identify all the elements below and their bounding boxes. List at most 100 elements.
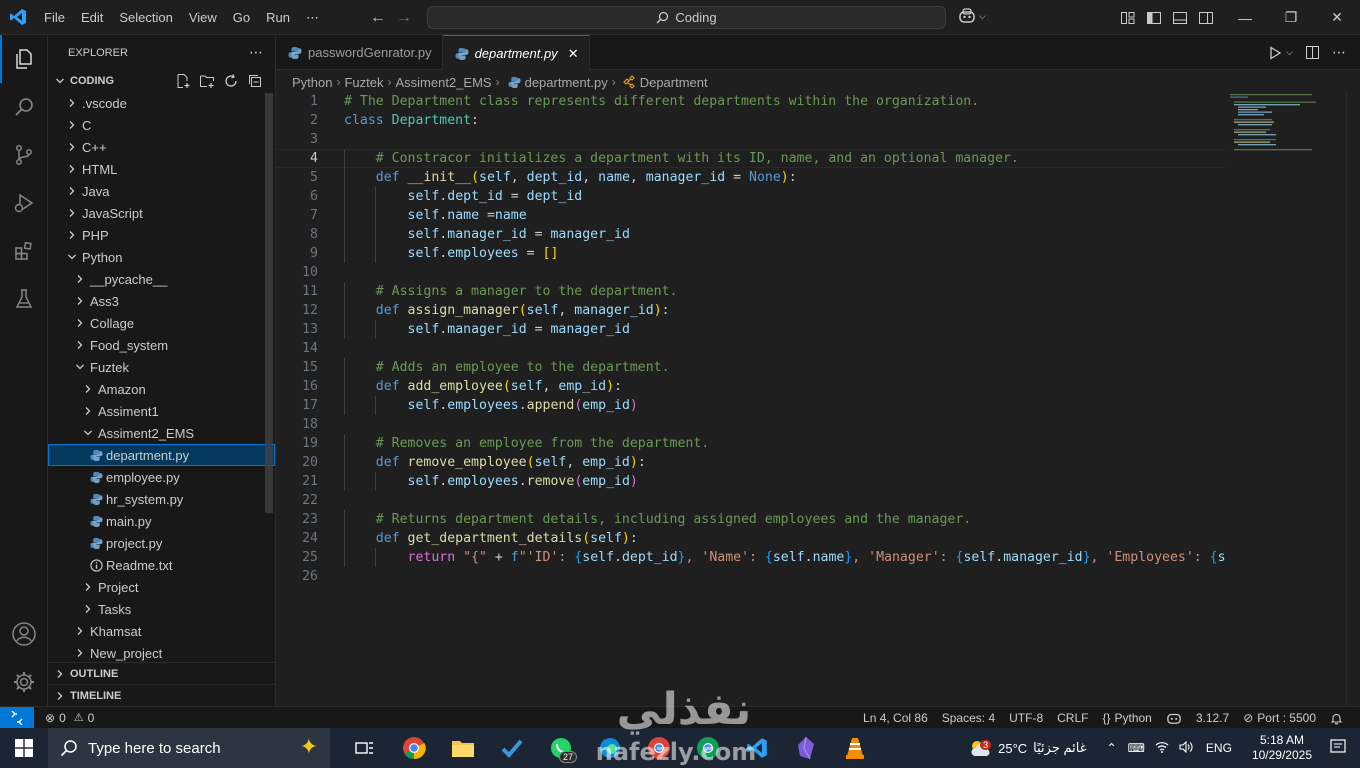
- tree-folder[interactable]: C++: [48, 136, 275, 158]
- indentation[interactable]: Spaces: 4: [935, 707, 1002, 729]
- code-line[interactable]: 14: [276, 339, 1226, 358]
- code-line[interactable]: 7 self.name =name: [276, 206, 1226, 225]
- code-line[interactable]: 9 self.employees = []: [276, 244, 1226, 263]
- tree-folder[interactable]: Ass3: [48, 290, 275, 312]
- sidebar-scrollbar[interactable]: [265, 93, 273, 513]
- code-line[interactable]: 4 # Constracor initializes a department …: [276, 149, 1226, 169]
- tree-folder[interactable]: Assiment1: [48, 400, 275, 422]
- new-file-icon[interactable]: [175, 73, 191, 89]
- refresh-icon[interactable]: [223, 73, 239, 89]
- code-line[interactable]: 20 def remove_employee(self, emp_id):: [276, 453, 1226, 472]
- code-line[interactable]: 17 self.employees.append(emp_id): [276, 396, 1226, 415]
- vlc-icon[interactable]: [830, 728, 879, 768]
- code-line[interactable]: 8 self.manager_id = manager_id: [276, 225, 1226, 244]
- file-explorer-icon[interactable]: [438, 728, 487, 768]
- tree-file[interactable]: project.py: [48, 532, 275, 554]
- menu-run[interactable]: Run: [258, 0, 298, 35]
- copilot-status-icon[interactable]: [1159, 707, 1189, 729]
- code-line[interactable]: 25 return "{" + f"'ID': {self.dept_id}, …: [276, 548, 1226, 567]
- manage-gear-icon[interactable]: [0, 658, 48, 706]
- tree-folder[interactable]: HTML: [48, 158, 275, 180]
- chrome-alt-icon[interactable]: [683, 728, 732, 768]
- forward-arrow-icon[interactable]: →: [396, 9, 412, 27]
- code-editor[interactable]: 1 # The Department class represents diffe…: [276, 92, 1226, 706]
- language-mode[interactable]: {} Python: [1095, 707, 1158, 729]
- code-line[interactable]: 18: [276, 415, 1226, 434]
- live-server-port[interactable]: ⊘ Port : 5500: [1236, 707, 1323, 729]
- tree-file[interactable]: Readme.txt: [48, 554, 275, 576]
- language-indicator[interactable]: ENG: [1198, 741, 1240, 755]
- code-line[interactable]: 22: [276, 491, 1226, 510]
- command-center-search[interactable]: Coding: [427, 6, 946, 29]
- code-line[interactable]: 5 def __init__(self, dept_id, name, mana…: [276, 168, 1226, 187]
- close-tab-icon[interactable]: ✕: [568, 46, 579, 62]
- tree-file[interactable]: employee.py: [48, 466, 275, 488]
- tree-folder[interactable]: Fuztek: [48, 356, 275, 378]
- code-line[interactable]: 1 # The Department class represents diffe…: [276, 92, 1226, 111]
- split-editor-icon[interactable]: [1305, 45, 1320, 60]
- tree-folder[interactable]: Collage: [48, 312, 275, 334]
- code-line[interactable]: 24 def get_department_details(self):: [276, 529, 1226, 548]
- run-python-icon[interactable]: [1268, 45, 1282, 60]
- outline-section[interactable]: OUTLINE: [48, 662, 275, 684]
- tree-folder[interactable]: Java: [48, 180, 275, 202]
- explorer-icon[interactable]: [0, 35, 48, 83]
- todo-icon[interactable]: [487, 728, 536, 768]
- tree-folder[interactable]: JavaScript: [48, 202, 275, 224]
- tree-folder[interactable]: Python: [48, 246, 275, 268]
- cursor-position[interactable]: Ln 4, Col 86: [856, 707, 935, 729]
- code-line[interactable]: 12 def assign_manager(self, manager_id):: [276, 301, 1226, 320]
- back-arrow-icon[interactable]: ←: [370, 9, 386, 27]
- testing-flask-icon[interactable]: [0, 275, 48, 323]
- end-of-line[interactable]: CRLF: [1050, 707, 1095, 729]
- tree-folder[interactable]: Tasks: [48, 598, 275, 620]
- tree-folder[interactable]: __pycache__: [48, 268, 275, 290]
- breadcrumb-item[interactable]: Python: [292, 75, 332, 90]
- copilot-button[interactable]: ⌵: [958, 8, 986, 24]
- tab-password-generator[interactable]: passwordGenrator.py: [276, 35, 443, 70]
- close-icon[interactable]: ✕: [1314, 0, 1360, 35]
- breadcrumb-item[interactable]: Department: [640, 75, 708, 90]
- menu-edit[interactable]: Edit: [73, 0, 111, 35]
- tree-folder[interactable]: C: [48, 114, 275, 136]
- code-line[interactable]: 13 self.manager_id = manager_id: [276, 320, 1226, 339]
- toggle-panel-icon[interactable]: [1172, 10, 1188, 26]
- problems-indicator[interactable]: ⊗ 0 ⚠ 0: [38, 707, 101, 729]
- encoding[interactable]: UTF-8: [1002, 707, 1050, 729]
- code-line[interactable]: 11 # Assigns a manager to the department…: [276, 282, 1226, 301]
- vscode-taskbar-icon[interactable]: [732, 728, 781, 768]
- run-debug-icon[interactable]: [0, 179, 48, 227]
- code-line[interactable]: 3: [276, 130, 1226, 149]
- taskbar-search[interactable]: Type here to search ✦: [48, 728, 330, 768]
- customize-layout-icon[interactable]: [1120, 10, 1136, 26]
- breadcrumb-item[interactable]: Assiment2_EMS: [396, 75, 492, 90]
- more-actions-icon[interactable]: ⋯: [249, 44, 263, 61]
- accounts-icon[interactable]: [0, 610, 48, 658]
- tree-folder[interactable]: Project: [48, 576, 275, 598]
- whatsapp-icon[interactable]: 27: [536, 728, 585, 768]
- extensions-icon[interactable]: [0, 227, 48, 275]
- timeline-section[interactable]: TIMELINE: [48, 684, 275, 706]
- editor-scrollbar[interactable]: [1346, 92, 1360, 706]
- chrome-profile-icon[interactable]: [634, 728, 683, 768]
- menu-more[interactable]: ⋯: [298, 0, 327, 35]
- edge-icon[interactable]: [585, 728, 634, 768]
- task-view-icon[interactable]: [340, 728, 389, 768]
- code-line[interactable]: 21 self.employees.remove(emp_id): [276, 472, 1226, 491]
- weather-widget[interactable]: 3 25°C غائم جزئيًا: [968, 738, 1100, 758]
- tree-file[interactable]: department.py: [48, 444, 275, 466]
- python-interpreter[interactable]: 3.12.7: [1189, 707, 1236, 729]
- minimize-icon[interactable]: —: [1222, 0, 1268, 35]
- menu-file[interactable]: File: [36, 0, 73, 35]
- notifications-bell-icon[interactable]: [1323, 707, 1350, 729]
- clock[interactable]: 5:18 AM 10/29/2025: [1240, 733, 1324, 763]
- chrome-icon[interactable]: [389, 728, 438, 768]
- tab-department[interactable]: department.py ✕: [442, 35, 590, 71]
- tray-overflow-icon[interactable]: ⌃: [1101, 741, 1123, 755]
- tree-file[interactable]: hr_system.py: [48, 488, 275, 510]
- notification-center-icon[interactable]: [1324, 738, 1360, 758]
- restore-icon[interactable]: ❐: [1268, 0, 1314, 35]
- menu-view[interactable]: View: [181, 0, 225, 35]
- source-control-icon[interactable]: [0, 131, 48, 179]
- obsidian-icon[interactable]: [781, 728, 830, 768]
